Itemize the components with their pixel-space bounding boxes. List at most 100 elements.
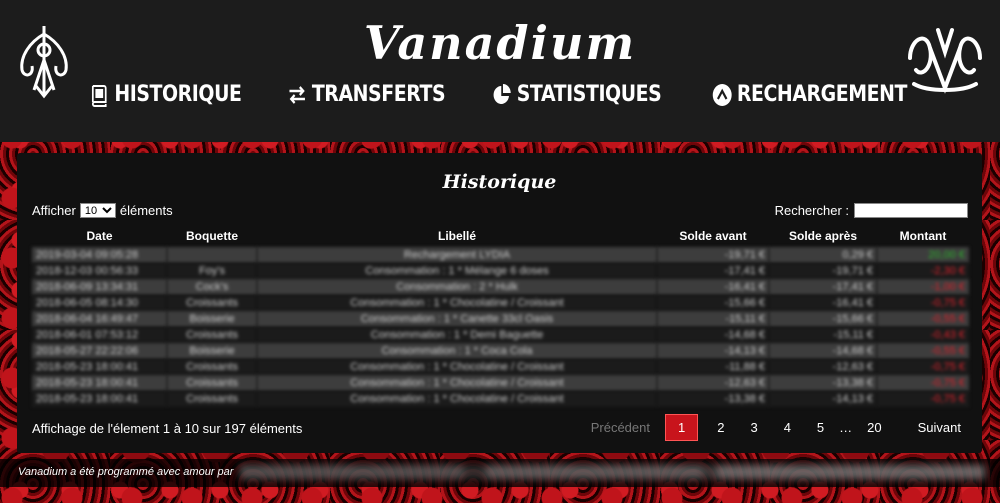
cell-date: 2018-05-23 18:00:41 xyxy=(32,391,167,407)
cell-montant: 20,00 € xyxy=(877,247,969,263)
cell-libelle: Consommation : 1 * Chocolatine / Croissa… xyxy=(257,375,657,391)
table-row: 2019-03-04 09:05:28 Rechargement LYDIA -… xyxy=(32,247,969,263)
nav-statistiques-label: STATISTIQUES xyxy=(517,82,662,107)
search-input[interactable] xyxy=(854,203,968,218)
pie-chart-icon xyxy=(492,83,513,107)
cell-date: 2018-05-23 18:00:41 xyxy=(32,359,167,375)
length-prefix-label: Afficher xyxy=(32,203,76,218)
nav-rechargement-label: RECHARGEMENT xyxy=(736,82,907,107)
table-row: 2018-06-09 13:34:31 Cock's Consommation … xyxy=(32,279,969,295)
cell-solde-avant: -12,63 € xyxy=(657,375,769,391)
cell-libelle: Consommation : 1 * Coca Cola xyxy=(257,343,657,359)
history-table: Date Boquette Libellé Solde avant Solde … xyxy=(32,225,969,407)
cell-solde-apres: -14,68 € xyxy=(769,343,877,359)
cell-boquette: Cock's xyxy=(167,279,257,295)
cell-solde-apres: -13,38 € xyxy=(769,375,877,391)
cell-solde-avant: -17,41 € xyxy=(657,263,769,279)
cell-date: 2018-06-09 13:34:31 xyxy=(32,279,167,295)
cell-libelle: Consommation : 1 * Mélange 6 doses xyxy=(257,263,657,279)
table-row: 2018-05-23 18:00:41 Croissants Consommat… xyxy=(32,375,969,391)
table-header-row: Date Boquette Libellé Solde avant Solde … xyxy=(32,225,969,247)
cell-montant: -1,00 € xyxy=(877,279,969,295)
page-button[interactable]: 5 xyxy=(808,414,833,441)
panel-title: Historique xyxy=(442,171,557,193)
cell-montant: -0,55 € xyxy=(877,343,969,359)
page-length-control: Afficher 10 éléments xyxy=(32,203,173,218)
cell-montant: -0,75 € xyxy=(877,391,969,407)
nav-rechargement[interactable]: RECHARGEMENT xyxy=(711,82,907,107)
cell-solde-apres: -12,63 € xyxy=(769,359,877,375)
cell-libelle: Consommation : 1 * Chocolatine / Croissa… xyxy=(257,359,657,375)
footer-credit: Vanadium a été programmé avec amour par xyxy=(18,466,234,478)
pagination: Précédent 1 2 3 4 5 … 20 Suivant xyxy=(582,414,970,441)
page-button-last[interactable]: 20 xyxy=(858,414,890,441)
cell-date: 2018-06-04 16:49:47 xyxy=(32,311,167,327)
cell-boquette: Croissants xyxy=(167,295,257,311)
length-suffix-label: éléments xyxy=(119,203,173,218)
footer: Vanadium a été programmé avec amour par xyxy=(0,459,1000,487)
page-button[interactable]: 2 xyxy=(708,414,733,441)
cell-solde-avant: -14,13 € xyxy=(657,343,769,359)
column-header-montant[interactable]: Montant xyxy=(877,225,969,247)
page-button-current[interactable]: 1 xyxy=(664,414,699,441)
page-button[interactable]: 4 xyxy=(775,414,800,441)
cell-date: 2018-06-05 08:14:30 xyxy=(32,295,167,311)
nav-statistiques[interactable]: STATISTIQUES xyxy=(492,82,662,107)
cell-date: 2018-12-03 00:56:33 xyxy=(32,263,167,279)
cell-boquette: Croissants xyxy=(167,359,257,375)
nav-transferts[interactable]: TRANSFERTS xyxy=(287,82,446,107)
cell-solde-apres: -15,11 € xyxy=(769,327,877,343)
column-header-solde-apres[interactable]: Solde après xyxy=(769,225,877,247)
cell-montant: -0,75 € xyxy=(877,375,969,391)
cell-date: 2018-05-23 18:00:41 xyxy=(32,375,167,391)
cell-libelle: Consommation : 1 * Chocolatine / Croissa… xyxy=(257,295,657,311)
cell-montant: -0,43 € xyxy=(877,327,969,343)
table-row: 2018-12-03 00:56:33 Foy's Consommation :… xyxy=(32,263,969,279)
column-header-libelle[interactable]: Libellé xyxy=(257,225,657,247)
exchange-icon xyxy=(287,83,308,107)
cell-boquette: Croissants xyxy=(167,391,257,407)
table-row: 2018-05-23 18:00:41 Croissants Consommat… xyxy=(32,359,969,375)
arrow-up-circle-icon xyxy=(711,83,732,107)
cell-date: 2019-03-04 09:05:28 xyxy=(32,247,167,263)
cell-boquette xyxy=(167,247,257,263)
column-header-boquette[interactable]: Boquette xyxy=(167,225,257,247)
header: Vanadium HISTORIQUE TRANSFERTS STATISTIQ… xyxy=(0,0,1000,142)
cell-date: 2018-06-01 07:53:12 xyxy=(32,327,167,343)
cell-boquette: Boisserie xyxy=(167,311,257,327)
cell-solde-avant: -19,71 € xyxy=(657,247,769,263)
nav-historique-label: HISTORIQUE xyxy=(114,82,243,107)
app-title: Vanadium xyxy=(363,16,637,70)
table-info: Affichage de l'élement 1 à 10 sur 197 él… xyxy=(32,421,303,436)
column-header-date[interactable]: Date xyxy=(32,225,167,247)
cell-date: 2018-05-27 22:22:06 xyxy=(32,343,167,359)
cell-solde-avant: -15,11 € xyxy=(657,311,769,327)
cell-solde-avant: -16,41 € xyxy=(657,279,769,295)
cell-montant: -0,75 € xyxy=(877,295,969,311)
previous-page-button[interactable]: Précédent xyxy=(582,414,659,441)
cell-montant: -0,75 € xyxy=(877,359,969,375)
cell-libelle: Consommation : 2 * Hulk xyxy=(257,279,657,295)
cell-libelle: Consommation : 1 * Chocolatine / Croissa… xyxy=(257,391,657,407)
table-row: 2018-05-27 22:22:06 Boisserie Consommati… xyxy=(32,343,969,359)
table-row: 2018-06-05 08:14:30 Croissants Consommat… xyxy=(32,295,969,311)
page-button[interactable]: 3 xyxy=(741,414,766,441)
main-nav: HISTORIQUE TRANSFERTS STATISTIQUES RECHA… xyxy=(0,82,1000,107)
cell-solde-avant: -15,66 € xyxy=(657,295,769,311)
cell-libelle: Rechargement LYDIA xyxy=(257,247,657,263)
table-row: 2018-05-23 18:00:41 Croissants Consommat… xyxy=(32,391,969,407)
column-header-solde-avant[interactable]: Solde avant xyxy=(657,225,769,247)
cell-montant: -0,55 € xyxy=(877,311,969,327)
next-page-button[interactable]: Suivant xyxy=(909,414,970,441)
cell-solde-apres: -14,13 € xyxy=(769,391,877,407)
nav-historique[interactable]: HISTORIQUE xyxy=(90,82,242,107)
cell-solde-apres: 0,29 € xyxy=(769,247,877,263)
cell-solde-avant: -11,88 € xyxy=(657,359,769,375)
cell-solde-apres: -19,71 € xyxy=(769,263,877,279)
table-row: 2018-06-04 16:49:47 Boisserie Consommati… xyxy=(32,311,969,327)
footer-authors-blurred xyxy=(240,465,985,479)
search-control: Rechercher : xyxy=(775,203,968,218)
page-length-select[interactable]: 10 xyxy=(79,203,116,218)
cell-solde-apres: -17,41 € xyxy=(769,279,877,295)
cell-boquette: Croissants xyxy=(167,375,257,391)
